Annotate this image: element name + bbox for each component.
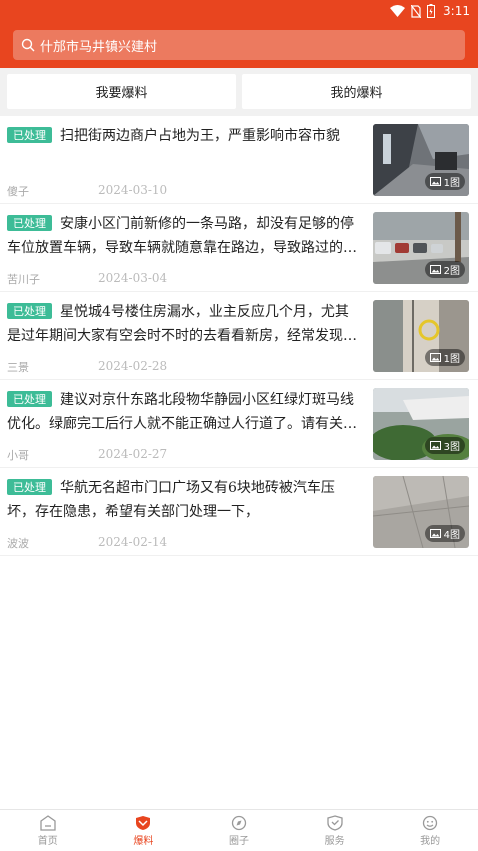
list-item[interactable]: 已处理 星悦城4号楼住房漏水，业主反应几个月，尤其是过年期间大家有空会时不时的去… [0, 292, 478, 380]
nav-service[interactable]: 服务 [287, 810, 383, 851]
item-title: 星悦城4号楼住房漏水，业主反应几个月，尤其是过年期间大家有空会时不时的去看看新房… [7, 304, 357, 344]
nav-circle-label: 圈子 [228, 835, 249, 847]
item-title: 建议对京什东路北段物华静园小区红绿灯斑马线优化。绿廊完工后行人就不能正确过人行道… [7, 392, 357, 432]
image-count-badge: 1图 [424, 349, 465, 366]
image-count-badge: 1图 [424, 173, 465, 190]
item-title: 华航无名超市门口广场又有6块地砖被汽车压坏，存在隐患，希望有关部门处理一下， [7, 480, 335, 520]
status-time: 3:11 [443, 4, 470, 18]
item-author: 波波 [7, 537, 29, 550]
compass-icon [231, 815, 247, 830]
image-icon [429, 529, 441, 538]
item-author: 傻子 [7, 185, 29, 198]
nav-profile[interactable]: 我的 [382, 810, 478, 851]
search-input[interactable]: 什邡市马井镇兴建村 [13, 30, 465, 60]
list-item[interactable]: 已处理 安康小区门前新修的一条马路，却没有足够的停车位放置车辆，导致车辆就随意靠… [0, 204, 478, 292]
tab-submit-report[interactable]: 我要爆料 [7, 74, 236, 109]
item-title: 安康小区门前新修的一条马路，却没有足够的停车位放置车辆，导致车辆就随意靠在路边，… [7, 216, 357, 256]
item-thumbnail[interactable]: 1图 [373, 300, 469, 372]
report-icon [136, 815, 151, 830]
item-date: 2024-03-04 [98, 271, 168, 285]
no-sim-icon [411, 4, 422, 18]
image-count-badge: 2图 [424, 261, 465, 278]
wifi-icon [390, 5, 406, 17]
nav-circle[interactable]: 圈子 [191, 810, 287, 851]
item-title: 扫把街两边商户占地为王，严重影响市容市貌 [60, 128, 340, 144]
bottom-nav: 首页 爆料 圈子 服务 我的 [0, 809, 478, 851]
nav-profile-label: 我的 [420, 835, 441, 847]
item-thumbnail[interactable]: 3图 [373, 388, 469, 460]
battery-icon [427, 4, 436, 18]
item-thumbnail[interactable]: 2图 [373, 212, 469, 284]
image-icon [429, 353, 441, 362]
item-date: 2024-02-28 [98, 359, 168, 373]
nav-service-label: 服务 [324, 835, 345, 847]
search-icon [21, 38, 35, 52]
tab-my-reports[interactable]: 我的爆料 [242, 74, 471, 109]
nav-home-label: 首页 [37, 835, 58, 847]
nav-home[interactable]: 首页 [0, 810, 96, 851]
image-icon [429, 441, 441, 450]
nav-report[interactable]: 爆料 [96, 810, 192, 851]
status-bar: 3:11 [390, 2, 470, 20]
list-item[interactable]: 已处理 建议对京什东路北段物华静园小区红绿灯斑马线优化。绿廊完工后行人就不能正确… [0, 380, 478, 468]
image-icon [429, 177, 441, 186]
search-placeholder: 什邡市马井镇兴建村 [40, 39, 158, 55]
service-icon [326, 814, 343, 831]
item-date: 2024-02-14 [98, 535, 168, 549]
image-count: 3图 [443, 442, 460, 453]
item-thumbnail[interactable]: 1图 [373, 124, 469, 196]
list-item[interactable]: 已处理 扫把街两边商户占地为王，严重影响市容市貌 傻子 2024-03-10 1… [0, 116, 478, 204]
image-count: 4图 [443, 530, 460, 541]
image-count: 1图 [443, 178, 460, 189]
list-item[interactable]: 已处理 华航无名超市门口广场又有6块地砖被汽车压坏，存在隐患，希望有关部门处理一… [0, 468, 478, 556]
item-date: 2024-03-10 [98, 183, 168, 197]
app-header: 3:11 什邡市马井镇兴建村 [0, 0, 478, 68]
item-thumbnail[interactable]: 4图 [373, 476, 469, 548]
home-icon [40, 814, 56, 831]
image-icon [429, 265, 441, 274]
image-count: 2图 [443, 266, 460, 277]
tabs-bar: 我要爆料 我的爆料 [0, 68, 478, 116]
image-count-badge: 3图 [424, 437, 465, 454]
item-author: 三景 [7, 361, 29, 374]
report-list: 已处理 扫把街两边商户占地为王，严重影响市容市貌 傻子 2024-03-10 1… [0, 116, 478, 556]
nav-report-label: 爆料 [133, 835, 154, 847]
profile-icon [423, 815, 438, 830]
image-count-badge: 4图 [424, 525, 465, 542]
item-author: 小哥 [7, 449, 29, 462]
item-author: 苦川子 [7, 273, 40, 286]
item-date: 2024-02-27 [98, 447, 168, 461]
image-count: 1图 [443, 354, 460, 365]
